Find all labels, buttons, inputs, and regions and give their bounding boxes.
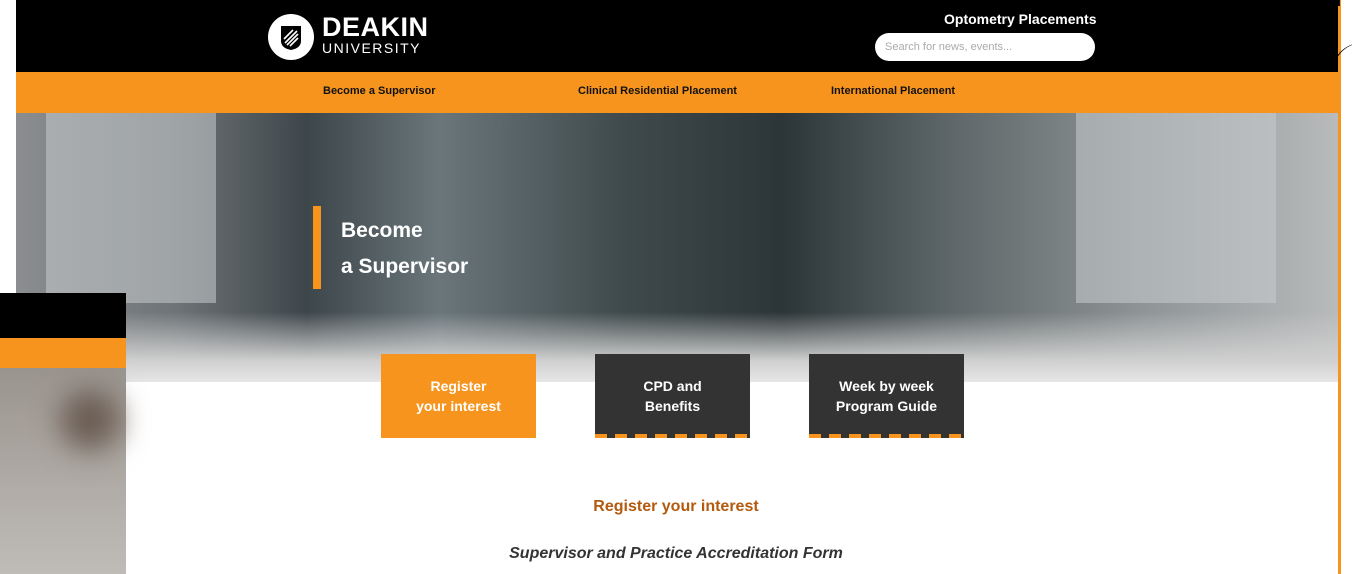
overlay-nav	[0, 338, 126, 368]
tile-label: Week by week Program Guide	[835, 378, 938, 414]
logo-word-deakin: DEAKIN	[322, 12, 429, 42]
deakin-wordmark[interactable]: DEAKIN UNIVERSITY	[322, 12, 429, 57]
hero-window	[1076, 113, 1276, 303]
nav-international-placement[interactable]: International Placement	[831, 85, 955, 97]
site-header: DEAKIN UNIVERSITY Optometry Placements	[16, 0, 1338, 72]
edge-wordmark: DEAKIN	[1252, 0, 1342, 12]
tile-label: CPD and Benefits	[643, 378, 702, 414]
tile-cpd-benefits[interactable]: CPD and Benefits	[595, 354, 750, 438]
logo-word-university: UNIVERSITY	[322, 40, 422, 56]
nav-clinical-residential-placement[interactable]: Clinical Residential Placement	[578, 85, 737, 97]
search-input[interactable]	[875, 33, 1095, 61]
shield-icon	[281, 26, 301, 50]
main-nav: Become a Supervisor Clinical Residential…	[16, 72, 1338, 113]
edge-divider	[1233, 0, 1234, 8]
section-title: Register your interest	[593, 498, 759, 515]
hero-banner-image: Become a Supervisor	[16, 113, 1338, 382]
hero-title-line1: Become	[341, 219, 423, 242]
hero-accent-bar	[313, 206, 321, 289]
hero-title: Become a Supervisor	[341, 213, 468, 285]
deakin-logo-icon[interactable]	[268, 14, 314, 60]
hero-window	[46, 113, 216, 303]
hero-title-line2: a Supervisor	[341, 255, 469, 278]
tile-program-guide[interactable]: Week by week Program Guide	[809, 354, 964, 438]
tile-register-interest[interactable]: Register your interest	[381, 354, 536, 438]
tile-label: Register your interest	[416, 378, 501, 414]
overlay-blur	[60, 390, 120, 450]
nav-become-supervisor[interactable]: Become a Supervisor	[323, 85, 436, 97]
site-title: Optometry Placements	[944, 11, 1097, 27]
edge-accent	[1338, 0, 1341, 574]
overlay-header	[0, 293, 126, 338]
form-title: Supervisor and Practice Accreditation Fo…	[509, 545, 843, 562]
